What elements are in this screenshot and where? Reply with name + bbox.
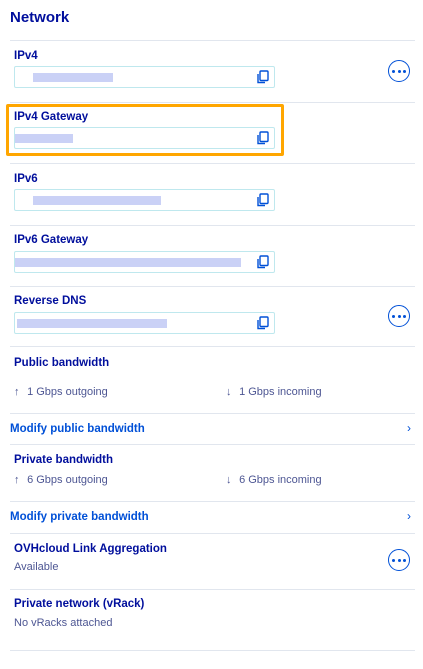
reverse-dns-more-button[interactable] xyxy=(388,305,410,327)
arrow-down-icon: ↓ xyxy=(226,386,232,398)
divider xyxy=(10,589,415,590)
link-aggregation-status: Available xyxy=(14,561,59,573)
ipv6-field[interactable] xyxy=(14,189,275,211)
arrow-up-icon: ↑ xyxy=(14,386,20,398)
divider xyxy=(10,413,415,414)
copy-icon[interactable] xyxy=(256,70,270,84)
ipv6-label: IPv6 xyxy=(14,173,38,185)
link-aggregation-more-button[interactable] xyxy=(388,549,410,571)
redacted-value xyxy=(33,196,161,205)
ipv6-gateway-field[interactable] xyxy=(14,251,275,273)
ipv6-gateway-label: IPv6 Gateway xyxy=(14,234,89,246)
arrow-up-icon: ↑ xyxy=(14,474,20,486)
divider xyxy=(10,225,415,226)
chevron-right-icon[interactable]: › xyxy=(407,509,411,523)
divider xyxy=(10,444,415,445)
vrack-status: No vRacks attached xyxy=(14,617,113,629)
divider xyxy=(10,346,415,347)
public-outgoing: ↑ 1 Gbps outgoing xyxy=(14,386,108,398)
private-incoming: ↓ 6 Gbps incoming xyxy=(226,474,322,486)
arrow-down-icon: ↓ xyxy=(226,474,232,486)
redacted-value xyxy=(33,73,113,82)
modify-public-bandwidth-link[interactable]: Modify public bandwidth xyxy=(10,423,145,435)
divider xyxy=(10,650,415,651)
divider xyxy=(10,40,415,41)
divider xyxy=(10,501,415,502)
copy-icon[interactable] xyxy=(256,193,270,207)
divider xyxy=(10,533,415,534)
divider xyxy=(10,102,415,103)
redacted-value xyxy=(15,258,241,267)
page-title: Network xyxy=(10,9,70,26)
ipv4-label: IPv4 xyxy=(14,50,38,62)
chevron-right-icon[interactable]: › xyxy=(407,421,411,435)
highlight-box xyxy=(6,104,284,156)
vrack-label: Private network (vRack) xyxy=(14,598,145,610)
redacted-value xyxy=(17,319,167,328)
copy-icon[interactable] xyxy=(256,255,270,269)
public-bandwidth-label: Public bandwidth xyxy=(14,357,110,369)
ipv4-more-button[interactable] xyxy=(388,60,410,82)
divider xyxy=(10,286,415,287)
link-aggregation-label: OVHcloud Link Aggregation xyxy=(14,543,167,555)
reverse-dns-label: Reverse DNS xyxy=(14,295,87,307)
copy-icon[interactable] xyxy=(256,316,270,330)
modify-private-bandwidth-link[interactable]: Modify private bandwidth xyxy=(10,511,149,523)
divider xyxy=(10,163,415,164)
ipv4-field[interactable] xyxy=(14,66,275,88)
private-bandwidth-label: Private bandwidth xyxy=(14,454,114,466)
reverse-dns-field[interactable] xyxy=(14,312,275,334)
public-incoming: ↓ 1 Gbps incoming xyxy=(226,386,322,398)
private-outgoing: ↑ 6 Gbps outgoing xyxy=(14,474,108,486)
